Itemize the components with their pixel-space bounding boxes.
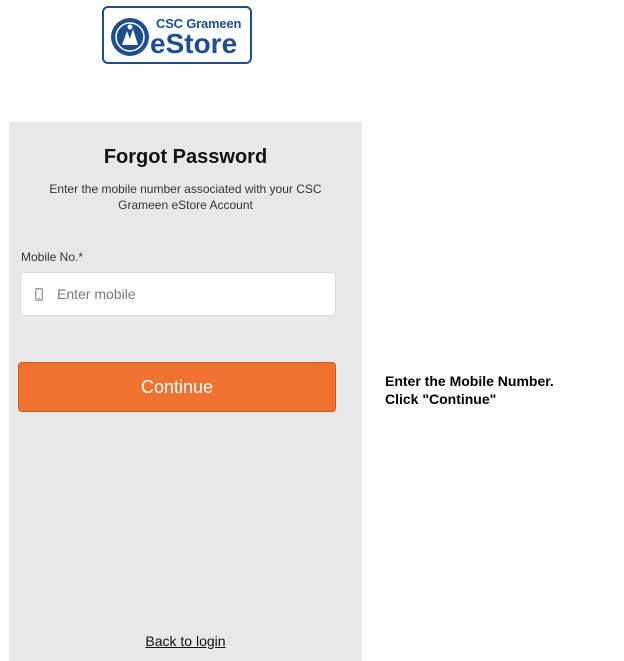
back-to-login-link[interactable]: Back to login <box>9 633 362 649</box>
logo-line2: eStore <box>150 28 238 59</box>
instruction-note: Enter the Mobile Number. Click "Continue… <box>385 372 620 408</box>
forgot-password-panel: Forgot Password Enter the mobile number … <box>9 122 362 661</box>
instruction-line2: Click "Continue" <box>385 391 497 407</box>
page-root: CSC Grameen eStore Forgot Password Enter… <box>0 0 624 661</box>
csc-emblem-icon <box>111 18 149 56</box>
phone-icon <box>35 288 43 301</box>
mobile-input[interactable]: Enter mobile <box>20 272 336 316</box>
page-subtitle: Enter the mobile number associated with … <box>49 182 322 212</box>
mobile-label: Mobile No.* <box>21 250 84 264</box>
csc-grameen-estore-logo: CSC Grameen eStore <box>102 6 252 64</box>
continue-button[interactable]: Continue <box>18 362 336 412</box>
mobile-placeholder[interactable]: Enter mobile <box>57 286 136 302</box>
page-title: Forgot Password <box>103 146 268 168</box>
instruction-line1: Enter the Mobile Number. <box>385 373 554 389</box>
